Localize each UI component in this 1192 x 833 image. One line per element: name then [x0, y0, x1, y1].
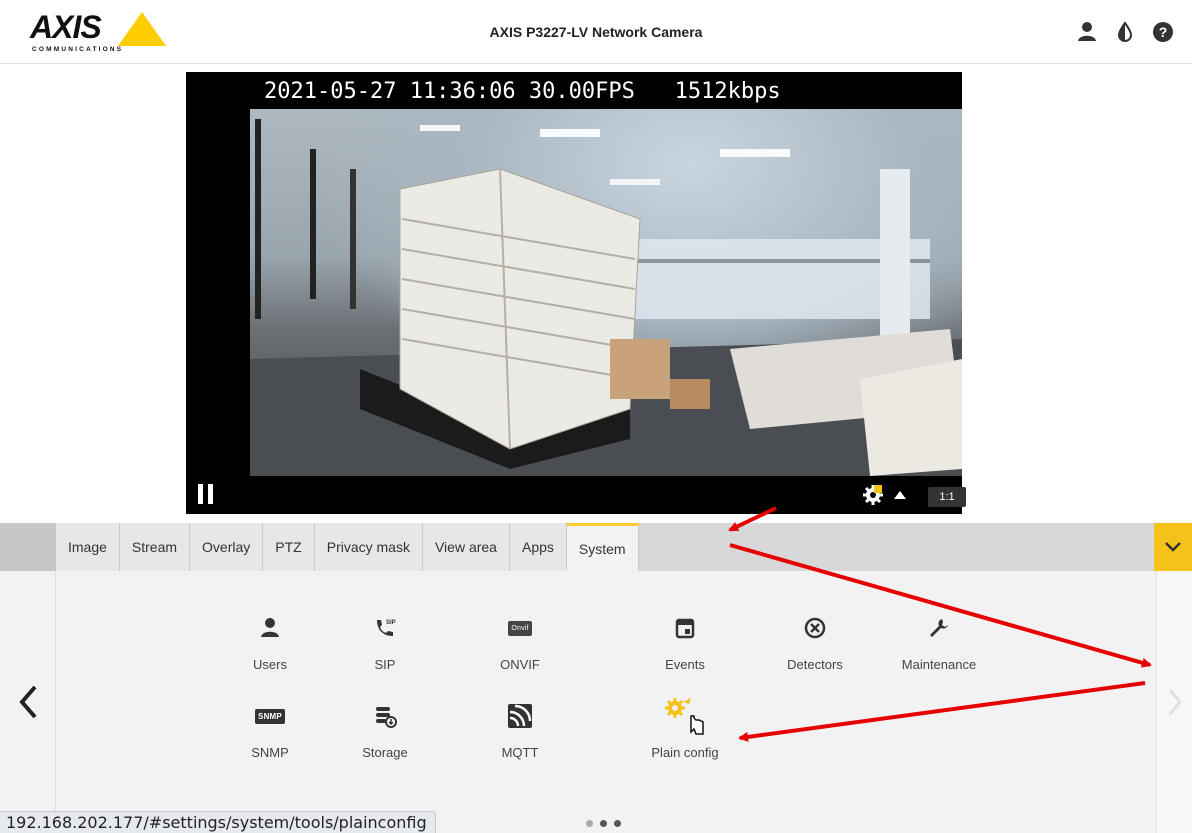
- tab-ptz[interactable]: PTZ: [263, 523, 315, 571]
- tab-overlay[interactable]: Overlay: [190, 523, 264, 571]
- tab-stream[interactable]: Stream: [119, 523, 191, 571]
- camera-image: [250, 109, 962, 476]
- system-item-onvif[interactable]: Onvif ONVIF: [465, 613, 575, 672]
- tab-privacy-mask[interactable]: Privacy mask: [314, 523, 423, 571]
- system-item-users[interactable]: Users: [215, 613, 325, 672]
- tab-system[interactable]: System: [566, 523, 639, 571]
- caret-up-icon: [894, 491, 906, 499]
- page-dot[interactable]: [614, 820, 621, 827]
- collapse-panel-button[interactable]: [1154, 523, 1192, 571]
- next-page-button[interactable]: [1156, 571, 1192, 833]
- system-item-storage[interactable]: Storage: [330, 701, 440, 760]
- gear-stream-icon: [863, 485, 883, 505]
- zoom-1to1-button[interactable]: 1:1: [928, 487, 966, 507]
- page-dot[interactable]: [586, 820, 593, 827]
- header: AXIS COMMUNICATIONS AXIS P3227-LV Networ…: [0, 0, 1192, 64]
- status-url: 192.168.202.177/#settings/system/tools/p…: [0, 811, 436, 833]
- system-item-mqtt[interactable]: MQTT: [465, 701, 575, 760]
- tab-bar-spacer: [0, 523, 56, 571]
- video-viewport[interactable]: 2021-05-27 11:36:06 30.00FPS 1512kbps: [186, 72, 962, 514]
- system-item-label: Events: [665, 657, 705, 672]
- tab-image[interactable]: Image: [56, 523, 120, 571]
- icon-badge-text: SNMP: [255, 708, 285, 724]
- system-item-label: Storage: [362, 745, 408, 760]
- video-control-bar: 1:1: [186, 474, 1012, 514]
- page-dot[interactable]: [600, 820, 607, 827]
- previous-page-button[interactable]: [0, 571, 56, 833]
- page-indicator: [586, 820, 621, 827]
- system-item-label: Maintenance: [901, 657, 977, 672]
- detector-icon: [760, 613, 870, 643]
- system-item-label: SIP: [374, 657, 396, 672]
- contrast-icon[interactable]: [1114, 20, 1136, 44]
- user-icon: [215, 613, 325, 643]
- plain-config-icon: [630, 698, 740, 735]
- chevron-down-icon: [1165, 542, 1181, 552]
- system-item-label: MQTT: [501, 745, 539, 760]
- system-item-label: Plain config: [651, 745, 719, 760]
- video-overlay-text: 2021-05-27 11:36:06 30.00FPS 1512kbps: [254, 76, 791, 108]
- system-panel: Users SIP SIP Onvif ONVIF Events Detectors Main…: [0, 571, 1192, 833]
- wrench-icon: [884, 613, 994, 643]
- svg-text:?: ?: [1159, 24, 1168, 40]
- snmp-icon: SNMP: [215, 701, 325, 731]
- settings-tab-bar: Image Stream Overlay PTZ Privacy mask View ar…: [0, 523, 1192, 571]
- chevron-right-icon: [1168, 689, 1182, 715]
- onvif-icon: Onvif: [465, 613, 575, 643]
- tab-apps[interactable]: Apps: [509, 523, 567, 571]
- system-item-snmp[interactable]: SNMP SNMP: [215, 701, 325, 760]
- system-item-sip[interactable]: SIP SIP: [330, 613, 440, 672]
- user-icon[interactable]: [1076, 20, 1098, 44]
- system-item-maintenance[interactable]: Maintenance: [884, 613, 994, 672]
- tab-view-area[interactable]: View area: [422, 523, 510, 571]
- icon-badge-text: Onvif: [508, 620, 532, 636]
- system-item-label: Detectors: [787, 657, 843, 672]
- page-title: AXIS P3227-LV Network Camera: [489, 24, 703, 40]
- system-item-label: SNMP: [251, 745, 289, 760]
- help-icon[interactable]: ?: [1152, 20, 1174, 44]
- sip-phone-icon: SIP: [330, 613, 440, 643]
- calendar-icon: [630, 613, 740, 643]
- mqtt-icon: [465, 701, 575, 731]
- system-item-detectors[interactable]: Detectors: [760, 613, 870, 672]
- system-item-label: Users: [253, 657, 287, 672]
- stream-profile-button[interactable]: [862, 484, 906, 506]
- chevron-left-icon: [18, 685, 37, 719]
- system-item-label: ONVIF: [500, 657, 540, 672]
- storage-icon: [330, 701, 440, 731]
- pause-icon[interactable]: [198, 484, 214, 504]
- system-item-events[interactable]: Events: [630, 613, 740, 672]
- fullscreen-icon[interactable]: [994, 486, 1012, 504]
- svg-text:SIP: SIP: [386, 620, 396, 626]
- logo-sub: COMMUNICATIONS: [32, 46, 124, 53]
- system-item-plain-config[interactable]: Plain config: [630, 698, 740, 760]
